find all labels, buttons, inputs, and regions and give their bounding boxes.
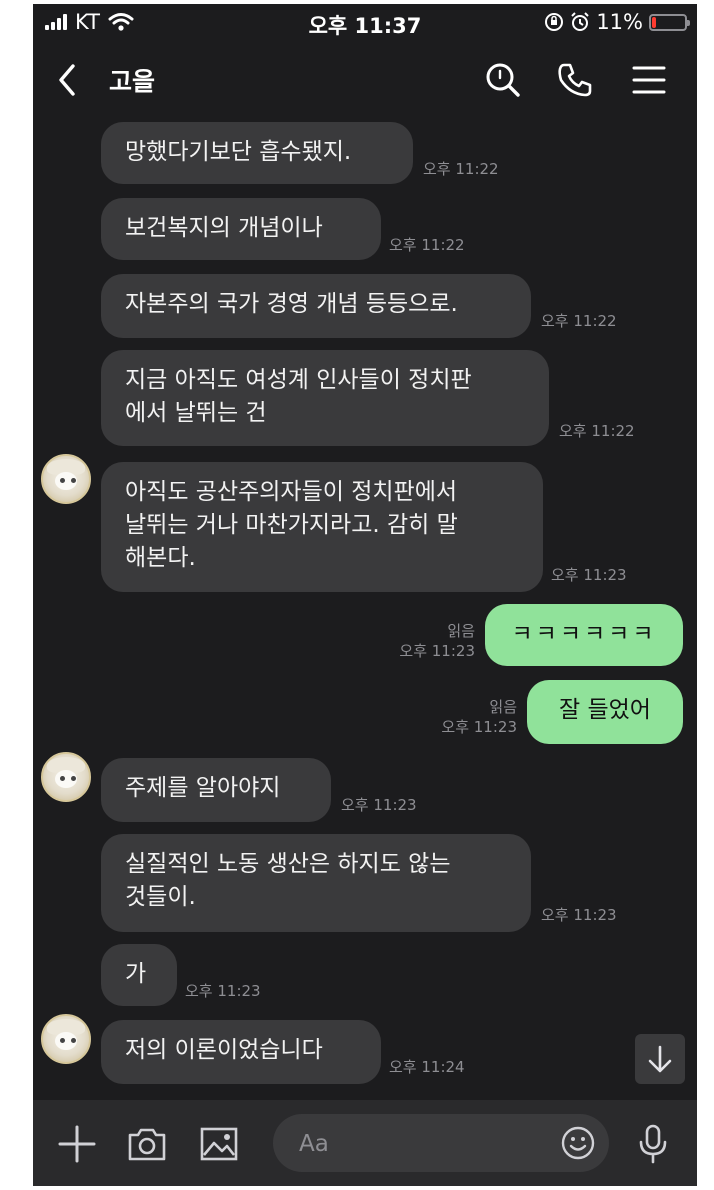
orientation-lock-icon: [545, 13, 564, 31]
message-bubble[interactable]: 주제를 알아야지: [101, 758, 331, 822]
avatar[interactable]: [41, 1014, 91, 1064]
read-indicator: 읽음: [489, 698, 517, 716]
message-bubble[interactable]: 지금 아직도 여성계 인사들이 정치판 에서 날뛰는 건: [101, 350, 549, 446]
message-time: 오후 11:22: [559, 422, 635, 440]
message-bubble[interactable]: 아직도 공산주의자들이 정치판에서 날뛰는 거나 마찬가지라고. 감히 말 해본…: [101, 462, 543, 592]
chat-screen: KT 오후 11:37 11% 고을 망했다기보단 흡수됐지. 오후 11:22…: [33, 4, 697, 1186]
menu-icon[interactable]: [629, 60, 669, 100]
message-time: 오후 11:22: [389, 236, 465, 254]
message-input[interactable]: [297, 1114, 541, 1174]
avatar[interactable]: [41, 454, 91, 504]
message-bubble[interactable]: 자본주의 국가 경영 개념 등등으로.: [101, 274, 531, 338]
message-time: 오후 11:23: [551, 566, 627, 584]
message-time: 오후 11:23: [341, 796, 417, 814]
phone-icon[interactable]: [555, 60, 595, 100]
message-bubble[interactable]: ㅋㅋㅋㅋㅋㅋ: [485, 604, 683, 666]
mic-icon[interactable]: [631, 1122, 675, 1166]
battery-percent: 11%: [596, 10, 643, 34]
message-time: 오후 11:23: [541, 906, 617, 924]
message-time: 오후 11:23: [399, 642, 475, 660]
camera-icon[interactable]: [125, 1122, 169, 1166]
chat-title[interactable]: 고을: [109, 62, 155, 98]
chevron-left-icon[interactable]: [51, 60, 85, 100]
scroll-to-bottom-button[interactable]: [635, 1034, 685, 1084]
avatar[interactable]: [41, 752, 91, 802]
search-icon[interactable]: [483, 60, 523, 100]
message-time: 오후 11:23: [441, 718, 517, 736]
plus-icon[interactable]: [55, 1122, 99, 1166]
status-bar: KT 오후 11:37 11%: [33, 4, 697, 40]
chat-header: 고을: [33, 48, 697, 114]
message-bubble[interactable]: 저의 이론이었습니다: [101, 1020, 381, 1084]
battery-icon: [649, 13, 690, 31]
message-time: 오후 11:22: [541, 312, 617, 330]
message-bubble[interactable]: 망했다기보단 흡수됐지.: [101, 122, 413, 184]
message-time: 오후 11:22: [423, 160, 499, 178]
message-time: 오후 11:23: [185, 982, 261, 1000]
read-indicator: 읽음: [447, 622, 475, 640]
message-input-field[interactable]: [273, 1114, 609, 1174]
message-time: 오후 11:24: [389, 1058, 465, 1076]
smile-icon[interactable]: [559, 1124, 597, 1162]
arrow-down-icon: [648, 1045, 672, 1073]
message-bubble[interactable]: 잘 들었어: [527, 680, 683, 744]
message-bubble[interactable]: 가: [101, 944, 177, 1006]
alarm-icon: [571, 12, 590, 31]
message-bubble[interactable]: 실질적인 노동 생산은 하지도 않는 것들이.: [101, 834, 531, 932]
message-bubble[interactable]: 보건복지의 개념이나: [101, 198, 381, 260]
input-bar: [33, 1100, 697, 1186]
image-icon[interactable]: [197, 1122, 241, 1166]
